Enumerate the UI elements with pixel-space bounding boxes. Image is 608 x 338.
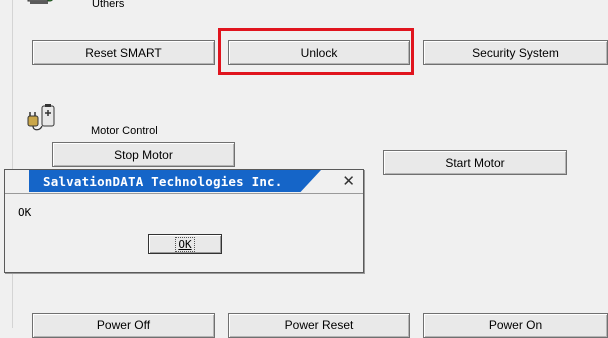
unlock-highlight-box [218, 28, 414, 75]
drive-tools-icon [27, 0, 53, 4]
security-system-button[interactable]: Security System [423, 40, 608, 65]
dialog-title-bar[interactable]: SalvationDATA Technologies Inc. ✕ [5, 170, 363, 194]
ok-button[interactable]: OK [148, 234, 222, 254]
power-plug-battery-icon [27, 104, 55, 131]
stop-motor-button[interactable]: Stop Motor [52, 142, 235, 167]
power-reset-button[interactable]: Power Reset [228, 313, 410, 338]
dialog-title-banner: SalvationDATA Technologies Inc. [29, 170, 321, 192]
message-dialog: SalvationDATA Technologies Inc. ✕ OK OK [4, 169, 364, 273]
dialog-title: SalvationDATA Technologies Inc. [43, 173, 283, 189]
ok-button-label: OK [175, 236, 195, 252]
motor-control-section-label: Motor Control [91, 125, 158, 137]
panel-divider [12, 0, 13, 328]
power-on-button[interactable]: Power On [423, 313, 608, 338]
dialog-message: OK [18, 206, 32, 219]
power-off-button[interactable]: Power Off [32, 313, 215, 338]
close-icon[interactable]: ✕ [342, 173, 355, 189]
others-section-label: Uthers [92, 0, 125, 10]
reset-smart-button[interactable]: Reset SMART [32, 40, 215, 65]
start-motor-button[interactable]: Start Motor [383, 150, 567, 175]
title-bar-left-tab [5, 170, 30, 192]
